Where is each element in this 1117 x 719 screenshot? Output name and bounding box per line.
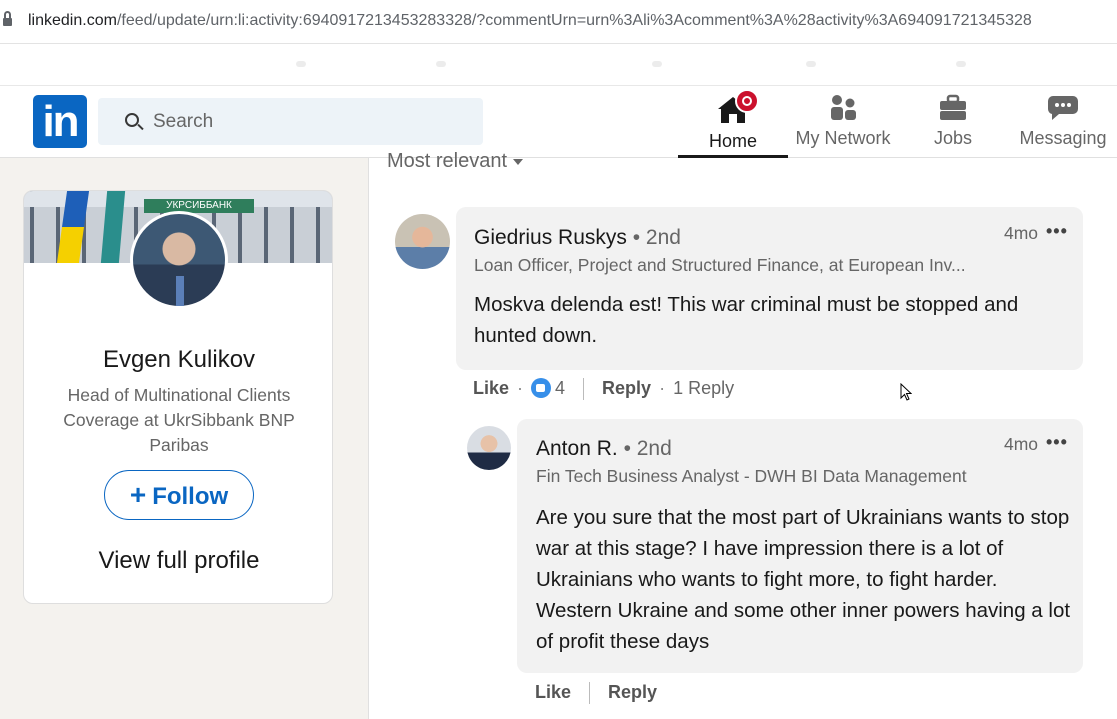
profile-name[interactable]: Evgen Kulikov [24,346,332,374]
faded-icon [296,61,306,67]
like-button[interactable]: Like [535,682,571,702]
nav-jobs[interactable]: Jobs [898,86,1008,158]
linkedin-global-nav: in Home My Network Jobs Messaging [0,86,1117,158]
url-text[interactable]: linkedin.com/feed/update/urn:li:activity… [28,12,1117,30]
nav-home-label: Home [708,131,757,151]
linkedin-logo-icon[interactable]: in [33,95,87,148]
network-icon [831,95,856,120]
comment-bubble: Giedrius Ruskys • 2nd Loan Officer, Proj… [456,207,1083,370]
more-options-icon[interactable]: ••• [1046,432,1068,453]
profile-headline: Head of Multinational Clients Coverage a… [63,385,295,455]
comment-timestamp: 4mo [1004,223,1039,243]
commenter-avatar[interactable] [467,426,511,470]
faded-icon [806,61,816,67]
comment-actions: Like Reply [535,682,657,705]
comment-actions: Like · 4 Reply · 1 Reply [473,378,734,401]
plus-icon: + [129,479,147,510]
commenter-headline: Fin Tech Business Analyst - DWH BI Data … [536,466,967,486]
follow-button[interactable]: + Follow [104,470,254,520]
commenter-headline: Loan Officer, Project and Structured Fin… [474,255,966,275]
caret-down-icon [513,158,524,165]
browser-address-bar[interactable]: linkedin.com/feed/update/urn:li:activity… [0,0,1117,44]
faded-icon [652,61,662,67]
reaction-count[interactable]: 4 [555,378,565,398]
nav-jobs-label: Jobs [933,128,973,148]
commenter-avatar[interactable] [395,214,450,269]
like-button[interactable]: Like [473,378,509,398]
nav-home[interactable]: Home [678,86,788,158]
reply-button[interactable]: Reply [602,378,651,398]
briefcase-icon [940,94,966,120]
nav-messaging[interactable]: Messaging [1008,86,1117,158]
nav-messaging-label: Messaging [1019,128,1107,148]
faded-icon [436,61,446,67]
profile-card: УКРСИББАНК Evgen Kulikov Head of Multina… [23,190,333,604]
commenter-name[interactable]: Giedrius Ruskys • 2nd [474,226,681,250]
faded-toolbar [0,44,1117,86]
nav-my-network[interactable]: My Network [788,86,898,158]
nav-my-network-label: My Network [795,128,891,148]
reply-button[interactable]: Reply [608,682,657,702]
comments-panel: Most relevant Giedrius Ruskys • 2nd Loan… [368,150,1117,719]
more-options-icon[interactable]: ••• [1046,221,1068,242]
messaging-icon [1047,96,1078,120]
search-input[interactable] [153,108,473,136]
faded-icon [956,61,966,67]
comment-text: Moskva delenda est! This war criminal mu… [474,293,1019,347]
lock-icon [3,11,12,26]
notification-badge [735,89,759,113]
search-box[interactable] [98,98,483,145]
search-icon [125,113,139,127]
sort-dropdown[interactable]: Most relevant [387,150,524,173]
mouse-cursor-icon [900,383,912,401]
like-reaction-icon[interactable] [531,378,552,398]
comment-text: Are you sure that the most part of Ukrai… [536,506,1071,653]
sort-label: Most relevant [387,150,508,172]
view-full-profile-link[interactable]: View full profile [24,547,332,575]
commenter-name[interactable]: Anton R. • 2nd [536,437,672,461]
comment-timestamp: 4mo [1004,434,1039,454]
replies-count-link[interactable]: 1 Reply [673,378,734,398]
follow-label: Follow [152,483,229,510]
connection-degree: • 2nd [632,226,681,249]
reply-bubble: Anton R. • 2nd Fin Tech Business Analyst… [517,419,1083,673]
profile-avatar[interactable] [130,211,228,309]
cover-sign: УКРСИББАНК [144,199,254,213]
connection-degree: • 2nd [623,437,672,460]
